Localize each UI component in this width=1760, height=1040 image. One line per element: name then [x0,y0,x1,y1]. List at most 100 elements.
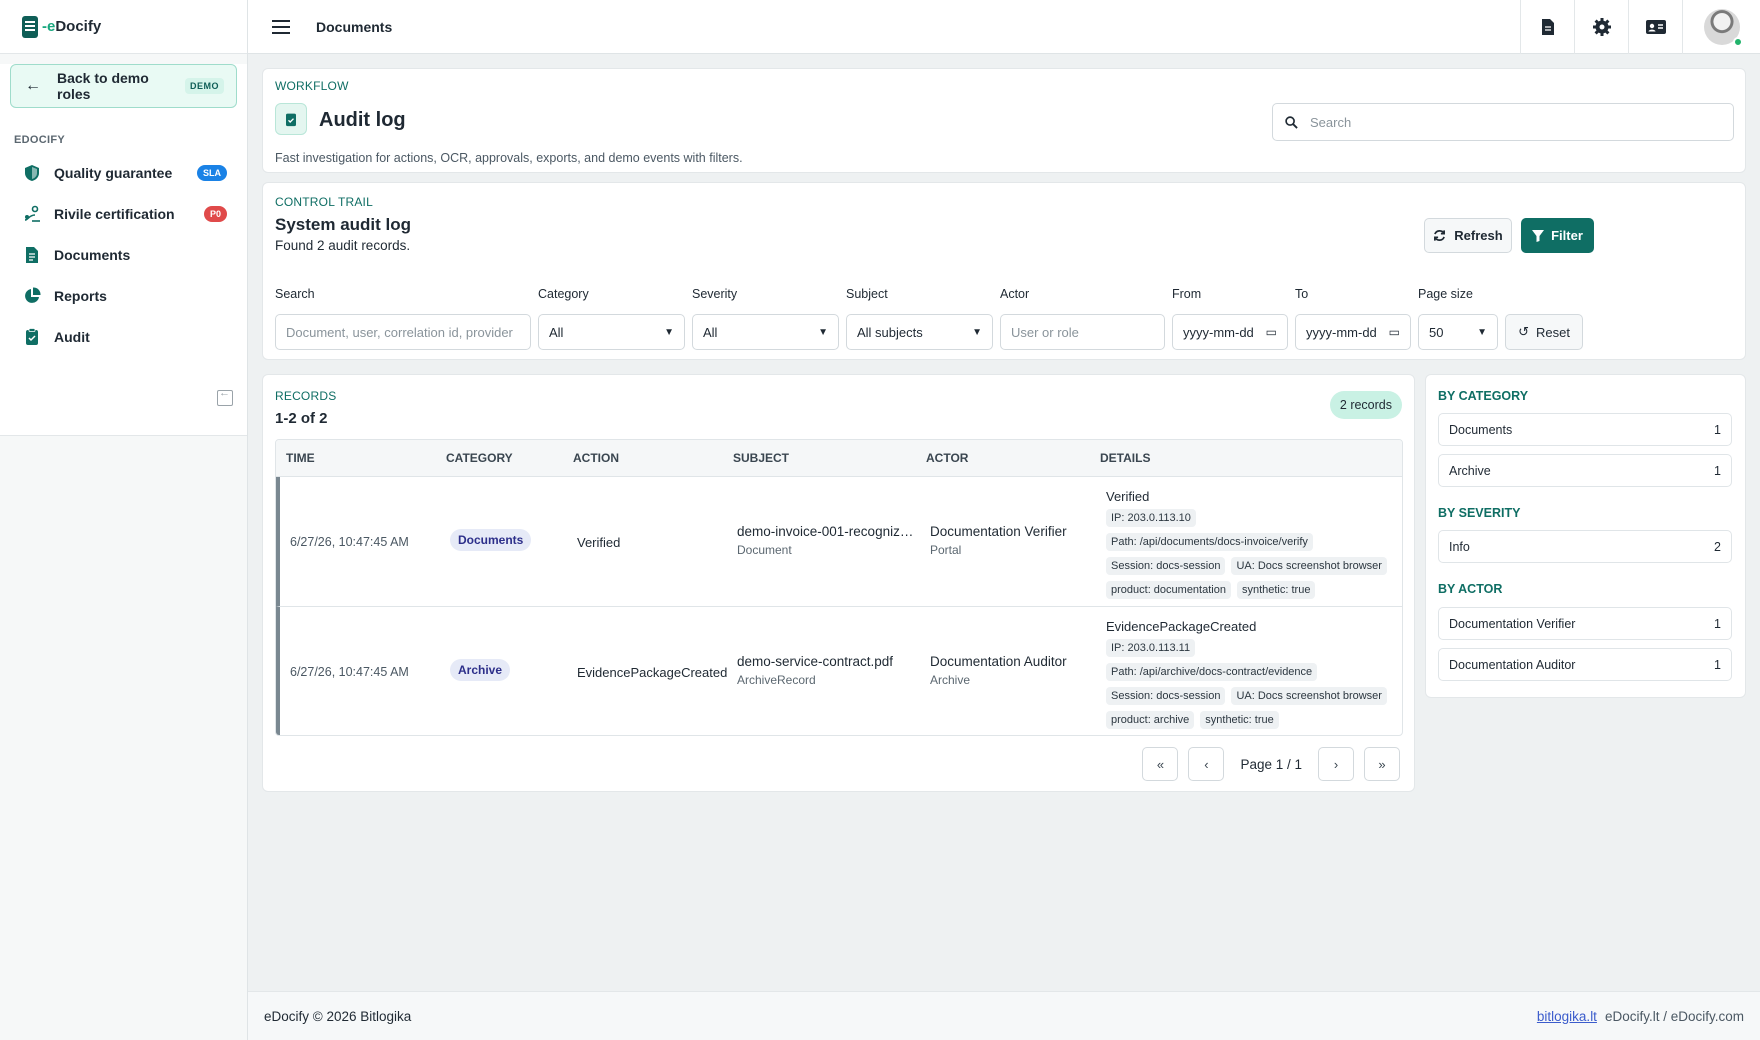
table-row[interactable]: 6/27/26, 10:47:45 AM Documents Verified … [276,477,1402,607]
chevron-down-icon: ▼ [972,326,982,338]
control-trail-card: CONTROL TRAIL System audit log Found 2 a… [262,182,1746,360]
chevron-right-icon: › [1333,756,1339,772]
collapse-sidebar-icon[interactable] [217,387,233,406]
table-row[interactable]: 6/27/26, 10:47:45 AM Archive EvidencePac… [276,607,1402,735]
summary-label: Documentation Auditor [1449,657,1576,672]
summary-row-actor[interactable]: Documentation Auditor 1 [1438,648,1732,681]
filter-label: Filter [1551,228,1583,243]
demo-badge: DEMO [185,78,224,94]
filter-button[interactable]: Filter [1521,218,1594,253]
subject-select[interactable]: All subjects ▼ [846,314,993,350]
pie-chart-icon [22,286,42,306]
first-page-button[interactable]: « [1142,747,1179,781]
user-menu-button[interactable] [1682,0,1760,54]
actor-filter-input[interactable]: User or role [1000,314,1165,350]
calendar-icon: ▭ [1388,325,1400,339]
back-to-demo-roles-button[interactable]: ← Back to demo roles DEMO [10,64,237,108]
prev-page-button[interactable]: ‹ [1188,747,1225,781]
sidebar-item-label: Documents [54,246,131,263]
detail-chip-product: product: archive [1106,711,1195,729]
footer-bitlogika-link[interactable]: bitlogika.lt [1537,1009,1597,1024]
last-page-button[interactable]: » [1364,747,1400,781]
summary-row-actor[interactable]: Documentation Verifier 1 [1438,607,1732,640]
pagination: « ‹ Page 1 / 1 › » [1142,747,1400,781]
detail-chip-ip: IP: 203.0.113.10 [1106,509,1196,527]
sidebar-item-label: Quality guarantee [54,164,173,181]
detail-title: EvidencePackageCreated [1106,619,1257,634]
summary-row-category[interactable]: Documents 1 [1438,413,1732,446]
summary-row-severity[interactable]: Info 2 [1438,530,1732,563]
from-date-input[interactable]: yyyy-mm-dd ▭ [1172,314,1288,350]
column-subject[interactable]: SUBJECT [733,451,789,465]
sidebar-item-quality-guarantee[interactable]: Quality guarantee SLA [0,152,247,193]
page-size-select[interactable]: 50 ▼ [1418,314,1498,350]
from-filter-label: From [1172,287,1202,301]
global-search-input[interactable] [1310,114,1710,130]
calendar-icon: ▭ [1265,325,1277,339]
records-eyebrow: RECORDS [275,389,337,403]
row-time: 6/27/26, 10:47:45 AM [290,535,409,549]
column-time[interactable]: TIME [286,451,315,465]
page-size-value: 50 [1429,324,1444,340]
reset-button[interactable]: ↺ Reset [1505,314,1583,350]
gear-icon [1592,17,1611,36]
severity-select[interactable]: All ▼ [692,314,839,350]
column-actor[interactable]: ACTOR [926,451,968,465]
column-action[interactable]: ACTION [573,451,619,465]
summary-count: 1 [1714,616,1721,631]
brand-header: -eDocify [0,0,247,54]
arrow-left-icon: ← [25,77,41,94]
severity-filter-label: Severity [692,287,738,301]
summary-count: 1 [1714,657,1721,672]
column-category[interactable]: CATEGORY [446,451,513,465]
detail-chip-synthetic: synthetic: true [1200,711,1279,729]
detail-chip-session: Session: docs-session [1106,557,1226,575]
row-subject[interactable]: demo-service-contract.pdf [737,654,893,669]
hamburger-menu-icon[interactable] [272,19,290,34]
search-filter-input[interactable]: Document, user, correlation id, provider [275,314,531,350]
column-details[interactable]: DETAILS [1100,451,1150,465]
sidebar-item-documents[interactable]: Documents [0,234,247,275]
category-select[interactable]: All ▼ [538,314,685,350]
shield-icon [22,163,42,183]
settings-button[interactable] [1574,0,1628,54]
document-icon [1541,18,1554,35]
summary-row-category[interactable]: Archive 1 [1438,454,1732,487]
sidebar-item-reports[interactable]: Reports [0,275,247,316]
summary-label: Archive [1449,463,1491,478]
detail-chip-session: Session: docs-session [1106,687,1226,705]
category-select-value: All [549,324,564,340]
subject-select-value: All subjects [857,324,923,340]
summary-label: Documentation Verifier [1449,616,1576,631]
to-date-input[interactable]: yyyy-mm-dd ▭ [1295,314,1411,350]
brand-logo[interactable]: -eDocify [42,18,101,35]
footer-copyright: eDocify © 2026 Bitlogika [264,1008,412,1024]
detail-chip-ua: UA: Docs screenshot browser [1231,687,1387,705]
chevron-down-icon: ▼ [1477,326,1487,338]
sidebar-item-audit[interactable]: Audit [0,316,247,357]
detail-chip-path: Path: /api/archive/docs-contract/evidenc… [1106,663,1318,681]
id-card-button[interactable] [1628,0,1682,54]
row-subject[interactable]: demo-invoice-001-recognize... [737,524,917,539]
by-severity-title: BY SEVERITY [1438,506,1521,520]
severity-select-value: All [703,324,718,340]
page-description: Fast investigation for actions, OCR, app… [275,151,743,165]
to-filter-label: To [1295,287,1309,301]
avatar [1703,8,1743,47]
row-details: EvidencePackageCreated IP: 203.0.113.11 … [1106,619,1402,734]
documents-shortcut-button[interactable] [1520,0,1574,54]
global-search [1272,103,1734,141]
refresh-button[interactable]: Refresh [1424,218,1512,253]
refresh-icon [1434,230,1446,241]
sidebar-item-rivile-certification[interactable]: Rivile certification P0 [0,193,247,234]
row-details: Verified IP: 203.0.113.10 Path: /api/doc… [1106,489,1402,604]
control-title: System audit log [275,215,412,234]
row-subject-type: ArchiveRecord [737,673,816,687]
next-page-button[interactable]: › [1318,747,1354,781]
clipboard-check-icon [22,327,42,347]
document-icon [22,245,42,265]
page-title: Audit log [319,109,406,131]
topbar-title: Documents [316,18,393,35]
pagesize-filter-label: Page size [1418,287,1473,301]
control-eyebrow: CONTROL TRAIL [275,195,373,209]
